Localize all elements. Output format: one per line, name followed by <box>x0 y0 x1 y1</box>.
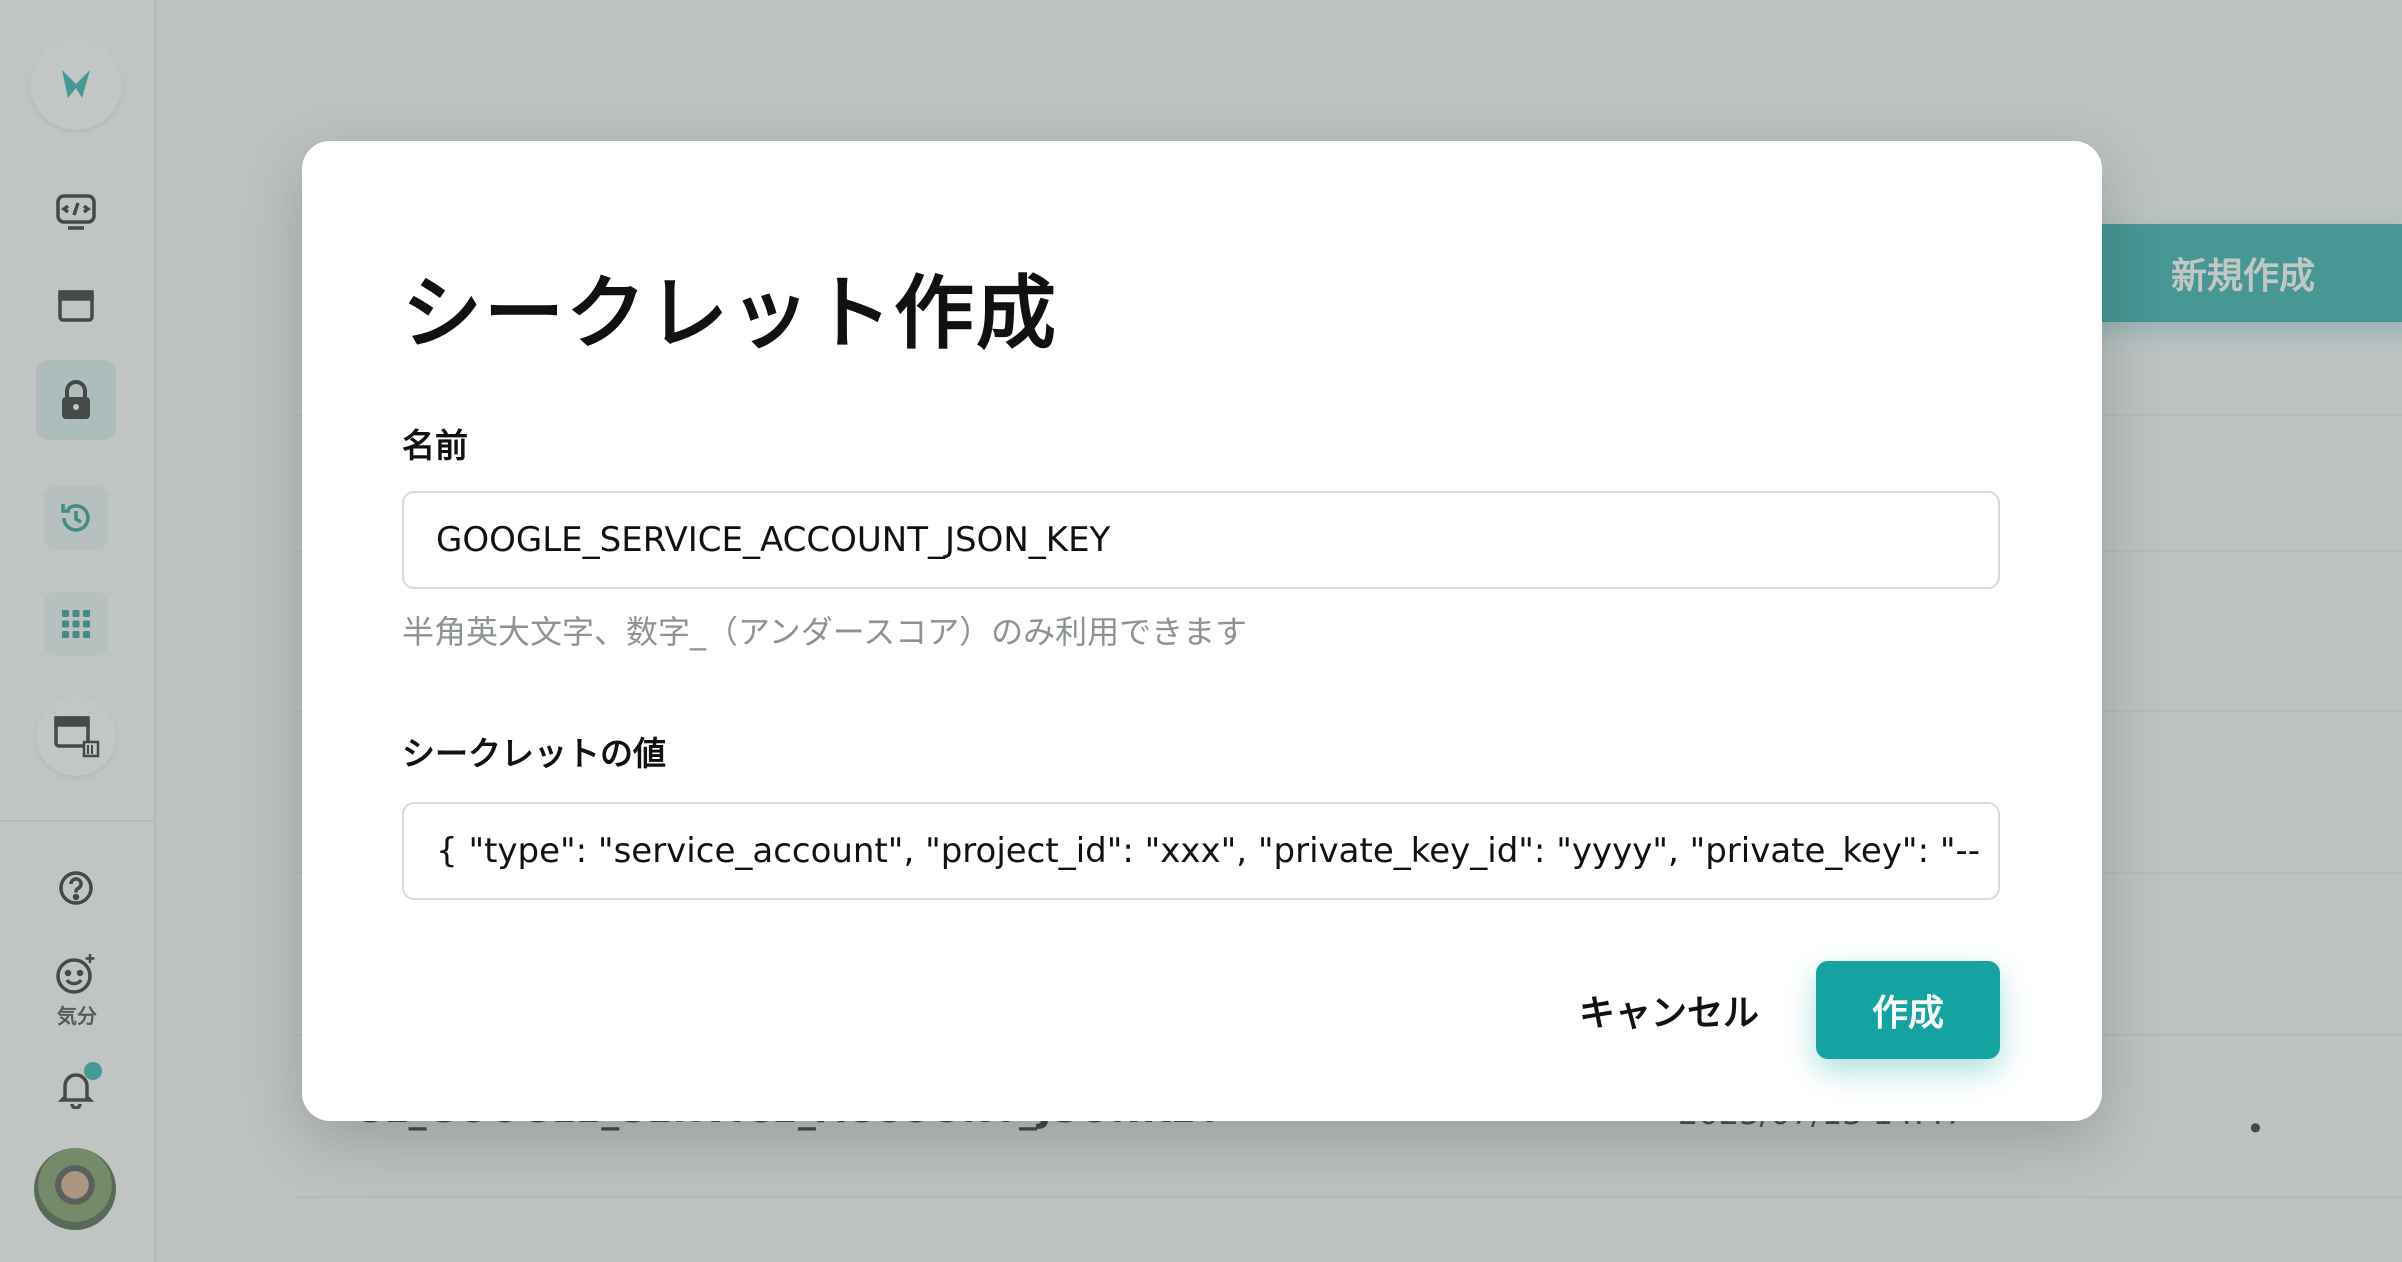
secret-value-label: シークレットの値 <box>402 734 666 773</box>
dialog-title: シークレット作成 <box>402 267 1058 360</box>
name-label: 名前 <box>402 426 468 465</box>
create-button[interactable]: 作成 <box>1816 961 2000 1059</box>
cancel-button[interactable]: キャンセル <box>1556 961 1782 1059</box>
name-input[interactable]: GOOGLE_SERVICE_ACCOUNT_JSON_KEY <box>402 491 2000 589</box>
name-hint: 半角英大文字、数字_（アンダースコア）のみ利用できます <box>402 613 1248 651</box>
create-secret-dialog: シークレット作成 名前 GOOGLE_SERVICE_ACCOUNT_JSON_… <box>302 141 2102 1121</box>
secret-value-input[interactable]: { "type": "service_account", "project_id… <box>402 802 2000 900</box>
